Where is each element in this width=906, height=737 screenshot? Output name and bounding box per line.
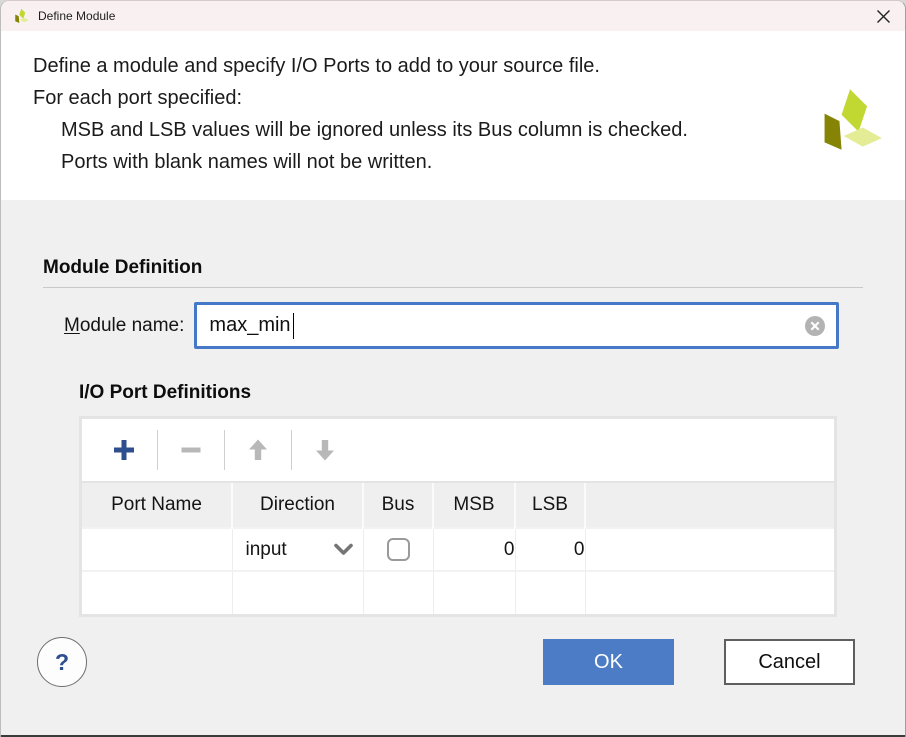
column-header-msb: MSB <box>433 483 515 528</box>
column-header-direction: Direction <box>232 483 363 528</box>
arrow-up-icon <box>246 438 270 462</box>
close-button[interactable] <box>861 1 905 31</box>
port-name-cell[interactable] <box>82 528 232 571</box>
description-line: Ports with blank names will not be writt… <box>33 146 795 178</box>
action-buttons: OK Cancel <box>543 639 855 685</box>
msb-cell[interactable]: 0 <box>433 528 515 571</box>
vivado-logo-icon <box>13 8 29 24</box>
titlebar: Define Module <box>1 1 905 31</box>
direction-cell[interactable] <box>232 571 363 614</box>
direction-dropdown[interactable]: input <box>233 539 363 561</box>
direction-cell[interactable]: input <box>232 528 363 571</box>
filler-cell <box>585 528 834 571</box>
question-mark-icon: ? <box>55 649 69 676</box>
add-port-button[interactable] <box>101 427 147 473</box>
bus-checkbox[interactable] <box>387 538 410 561</box>
toolbar-separator <box>224 430 225 470</box>
dialog-description: Define a module and specify I/O Ports to… <box>1 31 905 200</box>
bus-cell <box>363 528 433 571</box>
description-line: For each port specified: <box>33 82 795 114</box>
arrow-down-icon <box>313 438 337 462</box>
module-name-row: Module name: max_min <box>64 302 839 349</box>
module-definition-heading: Module Definition <box>43 257 863 279</box>
move-port-down-button[interactable] <box>302 427 348 473</box>
dialog-body: Module Definition Module name: max_min I… <box>1 257 905 687</box>
column-header-bus: Bus <box>363 483 433 528</box>
toolbar-separator <box>157 430 158 470</box>
io-port-definitions-heading: I/O Port Definitions <box>79 382 905 404</box>
minus-icon <box>179 438 203 462</box>
msb-cell[interactable] <box>433 571 515 614</box>
ports-toolbar <box>82 419 834 481</box>
port-row: input 0 0 <box>82 528 834 571</box>
ok-button[interactable]: OK <box>543 639 674 685</box>
direction-value: input <box>246 539 287 561</box>
remove-port-button[interactable] <box>168 427 214 473</box>
help-button[interactable]: ? <box>37 637 87 687</box>
clear-input-button[interactable] <box>804 315 826 337</box>
chevron-down-icon <box>334 543 353 556</box>
column-header-port-name: Port Name <box>82 483 232 528</box>
io-ports-panel: Port Name Direction Bus MSB LSB input <box>79 416 837 617</box>
ports-table: Port Name Direction Bus MSB LSB input <box>82 483 834 614</box>
port-name-cell[interactable] <box>82 571 232 614</box>
move-port-up-button[interactable] <box>235 427 281 473</box>
define-module-dialog: Define Module Define a module and specif… <box>0 0 906 737</box>
module-name-input[interactable]: max_min <box>194 302 839 349</box>
clear-circle-x-icon <box>804 315 826 337</box>
module-name-value: max_min <box>209 314 290 337</box>
module-name-label: Module name: <box>64 315 184 337</box>
close-icon <box>876 9 891 24</box>
toolbar-separator <box>291 430 292 470</box>
lsb-cell[interactable] <box>515 571 585 614</box>
dialog-footer: ? OK Cancel <box>37 637 855 687</box>
plus-icon <box>111 437 137 463</box>
port-row-empty <box>82 571 834 614</box>
text-caret <box>293 313 294 339</box>
section-divider <box>43 287 863 288</box>
lsb-cell[interactable]: 0 <box>515 528 585 571</box>
window-title: Define Module <box>38 9 115 23</box>
bus-cell <box>363 571 433 614</box>
column-header-empty <box>585 483 834 528</box>
description-line: Define a module and specify I/O Ports to… <box>33 50 795 82</box>
cancel-button[interactable]: Cancel <box>724 639 855 685</box>
vivado-logo <box>815 85 883 155</box>
description-line: MSB and LSB values will be ignored unles… <box>33 114 795 146</box>
ports-header-row: Port Name Direction Bus MSB LSB <box>82 483 834 528</box>
column-header-lsb: LSB <box>515 483 585 528</box>
filler-cell <box>585 571 834 614</box>
